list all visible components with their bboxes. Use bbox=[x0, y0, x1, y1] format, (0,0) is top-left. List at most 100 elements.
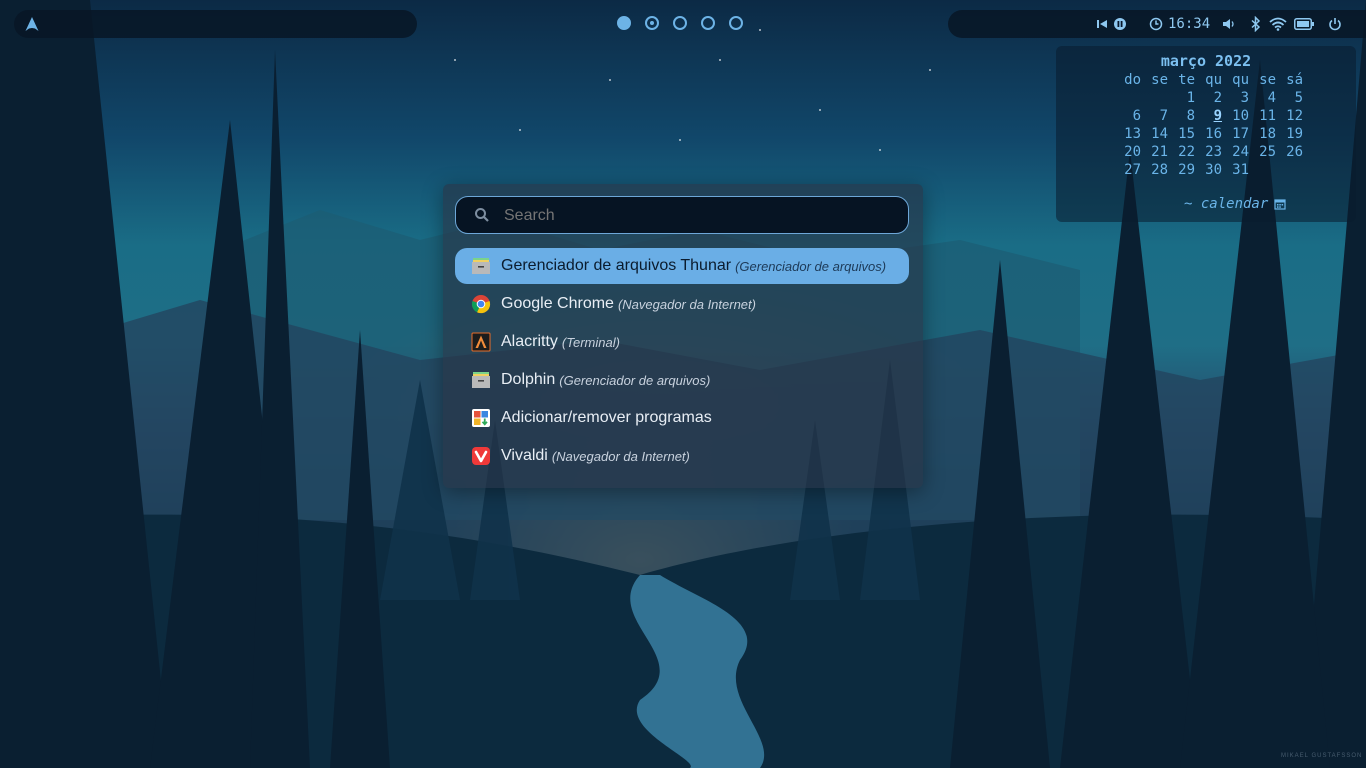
workspace-indicator bbox=[617, 16, 743, 32]
result-item-chrome[interactable]: Google Chrome (Navegador da Internet) bbox=[455, 286, 909, 322]
calendar-footer-label: ~ calendar bbox=[1184, 196, 1269, 212]
file-manager-icon bbox=[472, 258, 490, 274]
calendar-day: 12 bbox=[1286, 108, 1303, 124]
weekday-label: se bbox=[1259, 72, 1276, 88]
workspace-3[interactable] bbox=[673, 16, 687, 30]
result-description: (Navegador da Internet) bbox=[551, 448, 690, 464]
calendar-day: 28 bbox=[1151, 162, 1168, 178]
result-item-dolphin[interactable]: Dolphin (Gerenciador de arquivos) bbox=[455, 362, 909, 398]
result-item-add-remove-programs[interactable]: Adicionar/remover programas bbox=[455, 400, 909, 436]
calendar-widget: março 2022 do se te qu qu se sá 1 2 3 4 … bbox=[1056, 46, 1356, 222]
result-description: (Navegador da Internet) bbox=[617, 296, 756, 312]
result-item-thunar[interactable]: Gerenciador de arquivos Thunar (Gerencia… bbox=[455, 248, 909, 284]
file-manager-icon bbox=[472, 372, 490, 388]
calendar-day: 16 bbox=[1205, 126, 1222, 142]
calendar-day: 26 bbox=[1286, 144, 1303, 160]
calendar-week: 13 14 15 16 17 18 19 bbox=[1114, 125, 1303, 143]
calendar-day bbox=[1114, 89, 1141, 107]
calendar-day: 2 bbox=[1213, 90, 1222, 106]
calendar-day: 4 bbox=[1267, 90, 1276, 106]
clock-icon bbox=[1149, 16, 1163, 32]
calendar-day: 17 bbox=[1232, 126, 1249, 142]
calendar-day: 22 bbox=[1178, 144, 1195, 160]
workspace-4[interactable] bbox=[701, 16, 715, 30]
power-icon[interactable] bbox=[1328, 16, 1342, 32]
calendar-grid: do se te qu qu se sá 1 2 3 4 5 6 7 8 9 1… bbox=[1114, 71, 1303, 179]
calendar-day: 7 bbox=[1159, 108, 1168, 124]
result-description: (Gerenciador de arquivos) bbox=[735, 258, 887, 274]
calendar-day: 14 bbox=[1151, 126, 1168, 142]
top-bar-left bbox=[14, 10, 417, 38]
chrome-icon bbox=[471, 295, 491, 314]
calendar-title: março 2022 bbox=[1160, 52, 1252, 70]
calendar-day: 10 bbox=[1232, 108, 1249, 124]
calendar-day: 5 bbox=[1294, 90, 1303, 106]
weekday-label: sá bbox=[1286, 72, 1303, 88]
calendar-day: 30 bbox=[1205, 162, 1222, 178]
arch-logo-icon[interactable] bbox=[24, 16, 40, 32]
calendar-week: 1 2 3 4 5 bbox=[1114, 89, 1303, 107]
clock-time[interactable]: 16:34 bbox=[1168, 16, 1210, 32]
result-description: (Terminal) bbox=[561, 334, 620, 350]
battery-icon[interactable] bbox=[1294, 16, 1314, 32]
result-description: (Gerenciador de arquivos) bbox=[559, 372, 711, 388]
search-box[interactable] bbox=[455, 196, 909, 234]
result-name: Vivaldi bbox=[501, 447, 548, 464]
calendar-day: 8 bbox=[1186, 108, 1195, 124]
calendar-day: 27 bbox=[1124, 162, 1141, 178]
app-launcher: Gerenciador de arquivos Thunar (Gerencia… bbox=[443, 184, 923, 488]
calendar-week: 6 7 8 9 10 11 12 bbox=[1114, 107, 1303, 125]
workspace-2[interactable] bbox=[645, 16, 659, 30]
calendar-day: 25 bbox=[1259, 144, 1276, 160]
calendar-day: 13 bbox=[1124, 126, 1141, 142]
calendar-footer[interactable]: ~ calendar bbox=[1184, 196, 1286, 212]
calendar-day: 24 bbox=[1232, 144, 1249, 160]
result-item-alacritty[interactable]: Alacritty (Terminal) bbox=[455, 324, 909, 360]
top-bar-right: 16:34 bbox=[948, 10, 1366, 38]
calendar-day: 18 bbox=[1259, 126, 1276, 142]
weekday-label: do bbox=[1124, 72, 1141, 88]
wifi-icon[interactable] bbox=[1269, 16, 1287, 32]
calendar-day: 15 bbox=[1178, 126, 1195, 142]
calendar-day: 3 bbox=[1240, 90, 1249, 106]
weekday-label: se bbox=[1151, 72, 1168, 88]
calendar-day: 20 bbox=[1124, 144, 1141, 160]
search-input[interactable] bbox=[502, 206, 886, 226]
workspace-1[interactable] bbox=[617, 16, 631, 30]
calendar-day: 1 bbox=[1186, 90, 1195, 106]
calendar-day bbox=[1249, 161, 1276, 179]
search-icon bbox=[475, 208, 489, 222]
workspace-5[interactable] bbox=[729, 16, 743, 30]
calendar-day: 29 bbox=[1178, 162, 1195, 178]
previous-icon[interactable] bbox=[1096, 16, 1108, 32]
package-manager-icon bbox=[472, 409, 490, 427]
calendar-day: 31 bbox=[1232, 162, 1249, 178]
calendar-day: 21 bbox=[1151, 144, 1168, 160]
alacritty-icon bbox=[471, 332, 491, 352]
calendar-day bbox=[1141, 89, 1168, 107]
vivaldi-icon bbox=[472, 447, 490, 465]
calendar-day: 11 bbox=[1259, 108, 1276, 124]
volume-icon[interactable] bbox=[1222, 16, 1236, 32]
calendar-icon bbox=[1274, 199, 1286, 210]
calendar-day: 19 bbox=[1286, 126, 1303, 142]
wallpaper-credit: MIKAEL GUSTAFSSON bbox=[1281, 753, 1363, 759]
weekday-label: qu bbox=[1232, 72, 1249, 88]
calendar-day: 6 bbox=[1132, 108, 1141, 124]
result-item-vivaldi[interactable]: Vivaldi (Navegador da Internet) bbox=[455, 438, 909, 474]
result-name: Gerenciador de arquivos Thunar bbox=[501, 257, 732, 274]
bluetooth-icon[interactable] bbox=[1250, 16, 1262, 32]
calendar-week: 27 28 29 30 31 bbox=[1114, 161, 1303, 179]
result-name: Google Chrome bbox=[501, 295, 614, 312]
pause-icon[interactable] bbox=[1113, 16, 1127, 32]
weekday-label: qu bbox=[1205, 72, 1222, 88]
weekday-label: te bbox=[1178, 72, 1195, 88]
result-name: Alacritty bbox=[501, 333, 558, 350]
result-name: Dolphin bbox=[501, 371, 556, 388]
calendar-week: 20 21 22 23 24 25 26 bbox=[1114, 143, 1303, 161]
calendar-day: 23 bbox=[1205, 144, 1222, 160]
calendar-day-today: 9 bbox=[1213, 108, 1222, 124]
calendar-weekdays: do se te qu qu se sá bbox=[1114, 71, 1303, 89]
result-name: Adicionar/remover programas bbox=[501, 409, 712, 426]
calendar-day bbox=[1276, 161, 1303, 179]
